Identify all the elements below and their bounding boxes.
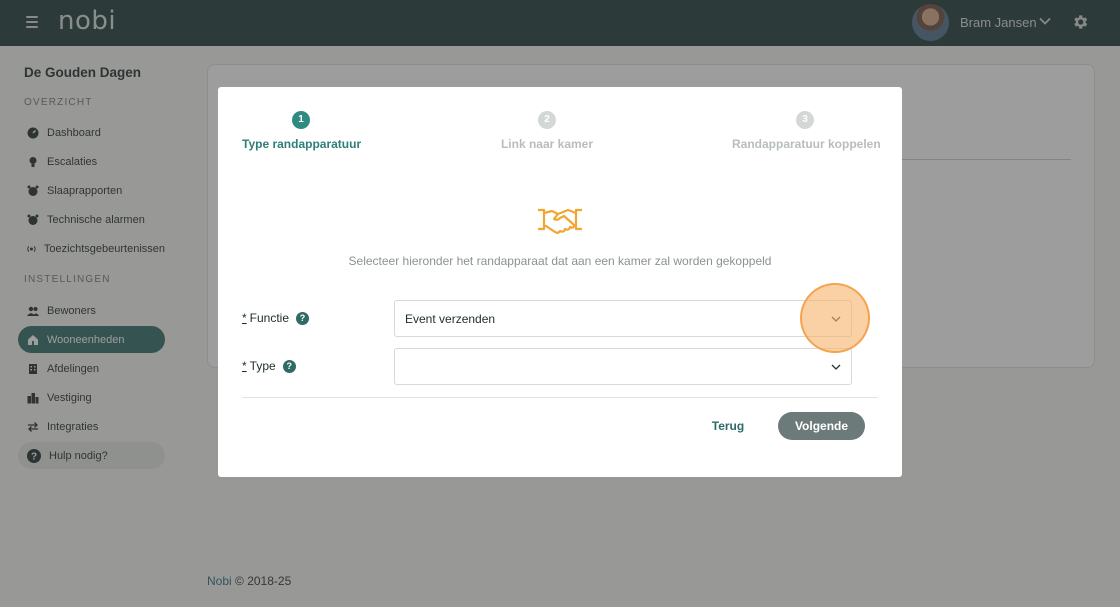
function-label: * Functie ? <box>242 311 310 325</box>
click-highlight <box>800 283 870 353</box>
chevron-down-icon[interactable] <box>831 363 841 371</box>
step-label: Link naar kamer <box>500 137 594 151</box>
function-label-text: Functie <box>249 311 290 325</box>
next-button[interactable]: Volgende <box>778 412 865 440</box>
help-icon[interactable]: ? <box>282 359 296 373</box>
help-icon[interactable]: ? <box>296 311 310 325</box>
peripheral-wizard-dialog: 1 Type randapparatuur 2 Link naar kamer … <box>218 87 902 477</box>
back-button[interactable]: Terug <box>704 412 752 440</box>
required-mark: * <box>242 359 247 373</box>
step-number: 2 <box>538 111 556 129</box>
type-label-text: Type <box>249 359 276 373</box>
function-select[interactable]: Event verzenden <box>394 300 852 337</box>
step-label: Randapparatuur koppelen <box>732 137 881 151</box>
modal-divider <box>242 397 878 398</box>
step-number: 1 <box>292 111 310 129</box>
step-label: Type randapparatuur <box>242 137 362 151</box>
step-1: 1 Type randapparatuur <box>242 111 362 151</box>
required-mark: * <box>242 311 247 325</box>
intro-text: Selecteer hieronder het randapparaat dat… <box>348 254 772 268</box>
step-3: 3 Randapparatuur koppelen <box>732 111 881 151</box>
step-2: 2 Link naar kamer <box>490 111 604 151</box>
type-select[interactable] <box>394 348 852 385</box>
step-number: 3 <box>796 111 814 129</box>
function-select-value: Event verzenden <box>405 312 496 326</box>
handshake-icon <box>538 208 582 234</box>
type-label: * Type ? <box>242 359 296 373</box>
